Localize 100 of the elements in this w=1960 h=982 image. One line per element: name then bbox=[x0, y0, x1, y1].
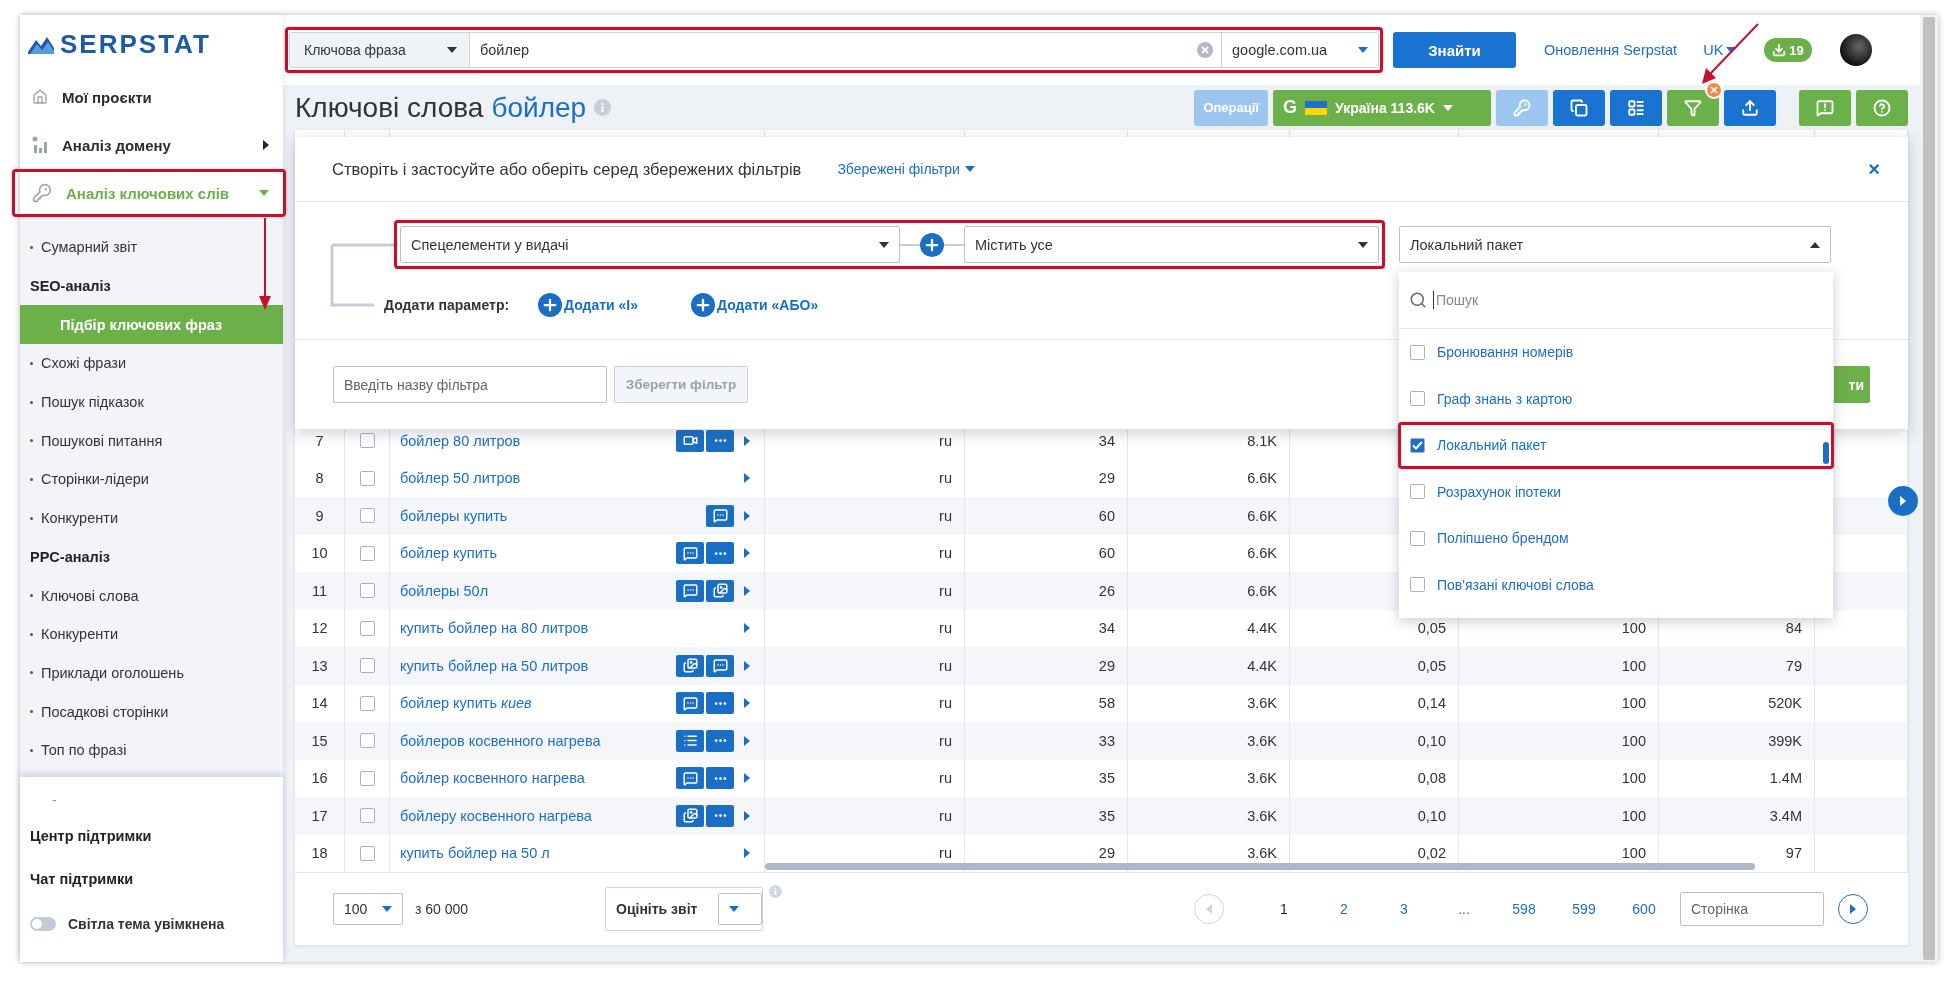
page-link[interactable]: 599 bbox=[1554, 901, 1614, 917]
rating-select[interactable] bbox=[718, 893, 762, 925]
page-link[interactable]: 598 bbox=[1494, 901, 1554, 917]
dropdown-option[interactable]: Граф знань з картою bbox=[1399, 375, 1833, 422]
dots-icon[interactable] bbox=[706, 692, 734, 715]
page-link[interactable]: 600 bbox=[1614, 901, 1674, 917]
operator-select[interactable]: Містить усе bbox=[964, 226, 1379, 263]
search-button[interactable]: Знайти bbox=[1393, 32, 1516, 68]
image-icon[interactable] bbox=[706, 579, 734, 602]
keyword-link[interactable]: купить бойлер на 80 литров bbox=[400, 620, 734, 637]
filter-name-field[interactable]: Введіть назву фільтра bbox=[333, 366, 607, 403]
option-checkbox[interactable] bbox=[1410, 484, 1425, 500]
caret-icon[interactable] bbox=[744, 848, 750, 859]
dots-icon[interactable] bbox=[706, 804, 734, 827]
caret-icon[interactable] bbox=[744, 510, 750, 521]
option-checkbox[interactable] bbox=[1410, 530, 1425, 546]
nav-item[interactable]: Мої проєкти bbox=[20, 73, 283, 121]
caret-icon[interactable] bbox=[744, 735, 750, 746]
submenu-item[interactable]: Посадкові сторінки bbox=[20, 692, 283, 731]
option-checkbox[interactable] bbox=[1410, 437, 1425, 453]
row-checkbox[interactable] bbox=[359, 470, 375, 486]
export-button[interactable] bbox=[1724, 89, 1776, 126]
row-checkbox[interactable] bbox=[359, 545, 375, 561]
speech-bubble-icon[interactable] bbox=[676, 542, 704, 565]
text-lines-icon[interactable] bbox=[676, 729, 704, 752]
value-select[interactable]: Локальний пакет bbox=[1399, 226, 1831, 263]
speech-bubble-icon[interactable] bbox=[676, 767, 704, 790]
report-button[interactable] bbox=[1799, 89, 1851, 126]
submenu-item[interactable]: Конкуренти bbox=[20, 614, 283, 654]
plus-icon[interactable] bbox=[920, 232, 944, 257]
caret-icon[interactable] bbox=[744, 623, 750, 634]
support-link[interactable]: Центр підтримки bbox=[30, 814, 273, 858]
support-link[interactable]: Чат підтримки bbox=[30, 857, 273, 901]
columns-button[interactable] bbox=[1610, 89, 1662, 126]
dots-icon[interactable] bbox=[706, 729, 734, 752]
keyword-link[interactable]: бойлер косвенного нагрева bbox=[400, 770, 674, 787]
page-link[interactable]: 1 bbox=[1254, 901, 1314, 917]
image-icon[interactable] bbox=[676, 804, 704, 827]
submenu-item[interactable]: Топ по фразі bbox=[20, 730, 283, 770]
video-camera-icon[interactable] bbox=[676, 429, 704, 452]
help-button[interactable] bbox=[1856, 89, 1908, 126]
dots-icon[interactable] bbox=[706, 542, 734, 565]
submenu-item[interactable]: Пошук підказок bbox=[20, 382, 283, 422]
caret-icon[interactable] bbox=[744, 773, 750, 784]
speech-bubble-icon[interactable] bbox=[676, 579, 704, 602]
add-and-button[interactable]: Додати «І» bbox=[538, 293, 691, 317]
keyword-link[interactable]: купить бойлер на 50 л bbox=[400, 845, 734, 862]
dots-icon[interactable] bbox=[706, 767, 734, 790]
row-checkbox[interactable] bbox=[359, 808, 375, 824]
theme-toggle[interactable] bbox=[30, 916, 56, 931]
speech-bubble-icon[interactable] bbox=[706, 654, 734, 677]
page-link[interactable]: 2 bbox=[1314, 901, 1374, 917]
dropdown-option[interactable]: Розрахунок іпотеки bbox=[1399, 468, 1833, 515]
speech-bubble-icon[interactable] bbox=[676, 692, 704, 715]
row-checkbox[interactable] bbox=[359, 583, 375, 599]
submenu-item[interactable]: Конкуренти bbox=[20, 498, 283, 538]
row-checkbox[interactable] bbox=[359, 508, 375, 524]
submenu-item[interactable]: Приклади оголошень bbox=[20, 653, 283, 693]
language-select[interactable]: UK bbox=[1703, 42, 1737, 58]
caret-icon[interactable] bbox=[744, 548, 750, 559]
keyword-link[interactable]: купить бойлер на 50 литров bbox=[400, 657, 674, 674]
dropdown-option[interactable]: Поліпшено брендом bbox=[1399, 515, 1833, 562]
avatar[interactable] bbox=[1839, 34, 1872, 66]
keyword-link[interactable]: бойлер купить киев bbox=[400, 695, 674, 712]
submenu-item[interactable]: Схожі фрази bbox=[20, 344, 283, 383]
option-checkbox[interactable] bbox=[1410, 344, 1425, 360]
caret-icon[interactable] bbox=[744, 585, 750, 596]
caret-icon[interactable] bbox=[744, 435, 750, 446]
row-checkbox[interactable] bbox=[359, 845, 375, 861]
keyword-link[interactable]: бойлер 80 литров bbox=[400, 432, 674, 449]
row-checkbox[interactable] bbox=[359, 695, 375, 711]
submenu-item[interactable]: Сторінки-лідери bbox=[20, 460, 283, 499]
submenu-item[interactable]: Пошукові питання bbox=[20, 421, 283, 461]
add-or-button[interactable]: Додати «АБО» bbox=[691, 293, 844, 317]
caret-icon[interactable] bbox=[744, 473, 750, 484]
submenu-item[interactable]: Сумарний звіт bbox=[20, 228, 283, 267]
caret-icon[interactable] bbox=[744, 810, 750, 821]
row-checkbox[interactable] bbox=[359, 433, 375, 449]
page-size-select[interactable]: 100 bbox=[333, 893, 403, 925]
keyword-link[interactable]: бойлеры 50л bbox=[400, 582, 674, 599]
speech-bubble-icon[interactable] bbox=[706, 504, 734, 527]
parameter-select[interactable]: Спецелементи у видачі bbox=[400, 226, 900, 263]
keyword-link[interactable]: бойлер 50 литров bbox=[400, 470, 734, 487]
keyword-link[interactable]: бойлер купить bbox=[400, 545, 674, 562]
option-checkbox[interactable] bbox=[1410, 391, 1425, 407]
row-checkbox[interactable] bbox=[359, 620, 375, 636]
saved-filters-link[interactable]: Збережені фільтри bbox=[837, 161, 975, 177]
dropdown-option[interactable]: Бронювання номерів bbox=[1399, 329, 1833, 376]
close-button[interactable]: × bbox=[1862, 156, 1886, 182]
dropdown-option[interactable]: Пов'язані ключові слова bbox=[1399, 561, 1833, 608]
option-checkbox[interactable] bbox=[1410, 577, 1425, 593]
updates-link[interactable]: Оновлення Serpstat bbox=[1544, 42, 1678, 58]
row-checkbox[interactable] bbox=[359, 770, 375, 786]
keyword-link[interactable]: бойлеры купить bbox=[400, 507, 704, 524]
image-icon[interactable] bbox=[676, 654, 704, 677]
dropdown-option[interactable]: Локальний пакет bbox=[1399, 422, 1833, 469]
row-checkbox[interactable] bbox=[359, 733, 375, 749]
horizontal-scrollbar[interactable] bbox=[765, 863, 1755, 870]
submenu-item[interactable]: Ключові слова bbox=[20, 576, 283, 615]
filter-button[interactable] bbox=[1667, 89, 1719, 126]
